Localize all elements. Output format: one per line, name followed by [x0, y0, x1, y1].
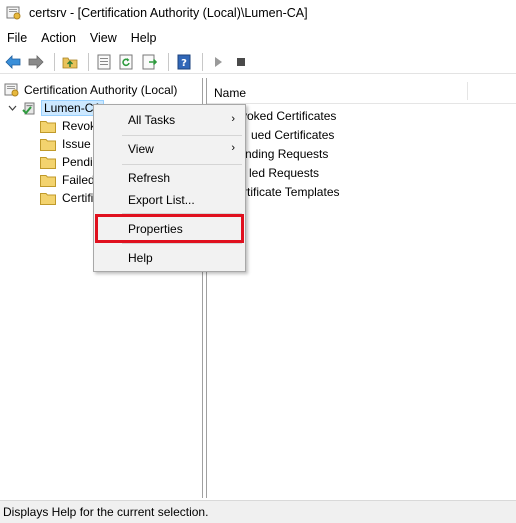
back-arrow-icon[interactable]: [3, 52, 23, 72]
column-header-label: Name: [214, 85, 247, 100]
title-bar: certsrv - [Certification Authority (Loca…: [0, 0, 516, 26]
tree-folder-revoked[interactable]: Revok: [40, 117, 96, 135]
menu-item-label: View: [128, 142, 154, 156]
tree-root-label: Certification Authority (Local): [24, 83, 178, 97]
list-item-label: ued Certificates: [251, 127, 335, 142]
menu-item-refresh[interactable]: Refresh: [94, 167, 245, 189]
column-divider[interactable]: [467, 82, 468, 100]
tree-folder-templates[interactable]: Certifi: [40, 189, 93, 207]
menu-action[interactable]: Action: [34, 28, 83, 48]
tree-root-node[interactable]: Certification Authority (Local): [4, 81, 177, 99]
list-item[interactable]: nding Requests: [245, 144, 328, 163]
folder-icon: [40, 192, 56, 205]
column-header-name[interactable]: Name: [207, 78, 516, 104]
stop-service-icon[interactable]: [231, 52, 251, 72]
menu-help[interactable]: Help: [124, 28, 164, 48]
submenu-arrow-icon: ›: [231, 142, 235, 154]
status-bar: Displays Help for the current selection.: [0, 500, 516, 523]
start-service-icon[interactable]: [208, 52, 228, 72]
tree-folder-issued[interactable]: Issue: [40, 135, 91, 153]
submenu-arrow-icon: ›: [231, 113, 235, 125]
ca-server-icon: [22, 102, 35, 115]
menu-item-label: Help: [128, 251, 153, 265]
folder-icon: [40, 138, 56, 151]
results-pane[interactable]: Name voked Certificates ued Certificates…: [206, 78, 516, 498]
folder-icon: [40, 156, 56, 169]
show-hide-tree-icon[interactable]: [94, 52, 114, 72]
menu-item-label: All Tasks: [128, 113, 176, 127]
tree-folder-failed[interactable]: Failed: [40, 171, 95, 189]
list-item[interactable]: voked Certificates: [241, 106, 336, 125]
refresh-icon[interactable]: [117, 52, 137, 72]
tree-folder-pending[interactable]: Pendi: [40, 153, 93, 171]
list-item-label: voked Certificates: [241, 108, 337, 123]
context-menu: All Tasks › View › Refresh Export List..…: [93, 104, 246, 272]
toolbar-separator: [88, 52, 89, 71]
menu-item-export-list[interactable]: Export List...: [94, 189, 245, 211]
menu-view[interactable]: View: [83, 28, 124, 48]
toolbar: ?: [0, 50, 516, 74]
menu-item-label: Refresh: [128, 171, 171, 185]
tree-folder-label: Pendi: [62, 155, 93, 169]
menu-item-view[interactable]: View ›: [94, 138, 245, 160]
tree-folder-label: Issue: [62, 137, 91, 151]
list-item-label: rtificate Templates: [243, 184, 340, 199]
toolbar-separator: [202, 52, 203, 71]
folder-icon: [40, 174, 56, 187]
tree-folder-label: Revok: [62, 119, 97, 133]
highlight-box: [95, 214, 244, 243]
toolbar-separator: [54, 52, 55, 71]
list-item[interactable]: led Requests: [249, 163, 319, 182]
status-text: Displays Help for the current selection.: [3, 505, 209, 519]
forward-arrow-icon[interactable]: [26, 52, 46, 72]
help-icon[interactable]: ?: [174, 52, 194, 72]
menu-separator: [122, 135, 242, 136]
menu-separator: [122, 243, 242, 244]
tree-folder-label: Failed: [62, 173, 95, 187]
export-list-icon[interactable]: [140, 52, 160, 72]
list-item-label: nding Requests: [245, 146, 329, 161]
menu-bar: File Action View Help: [0, 28, 164, 48]
menu-file[interactable]: File: [0, 28, 34, 48]
folder-icon: [40, 120, 56, 133]
tree-node-ca[interactable]: Lumen-CA: [6, 99, 105, 117]
svg-text:?: ?: [181, 58, 187, 69]
menu-item-help[interactable]: Help: [94, 247, 245, 269]
window-title: certsrv - [Certification Authority (Loca…: [29, 6, 308, 20]
list-item[interactable]: ued Certificates: [251, 125, 334, 144]
list-item-label: led Requests: [249, 165, 320, 180]
certsrv-app-icon: [6, 6, 21, 20]
chevron-down-icon[interactable]: [6, 102, 18, 114]
menu-item-all-tasks[interactable]: All Tasks ›: [94, 109, 245, 131]
toolbar-separator: [168, 52, 169, 71]
menu-separator: [122, 164, 242, 165]
list-item[interactable]: rtificate Templates: [243, 182, 340, 201]
menu-item-label: Export List...: [128, 193, 195, 207]
up-folder-icon[interactable]: [60, 52, 80, 72]
tree-folder-label: Certifi: [62, 191, 94, 205]
certification-authority-icon: [4, 83, 19, 97]
